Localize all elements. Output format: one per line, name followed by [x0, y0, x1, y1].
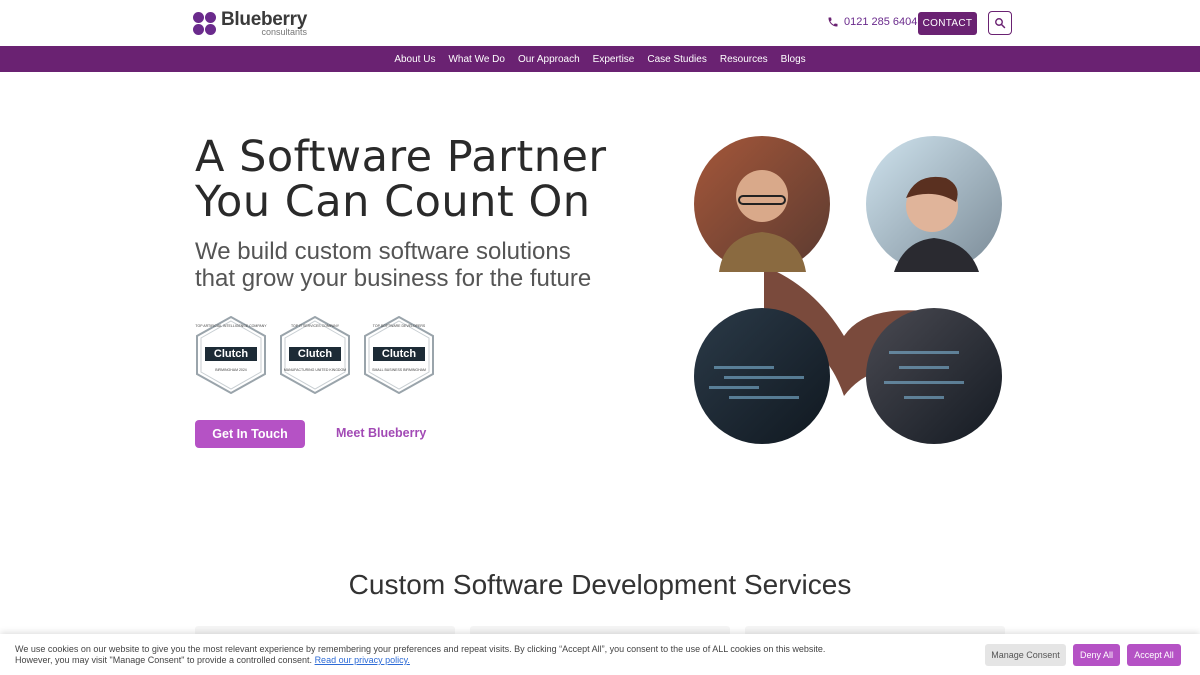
clutch-badge: TOP SOFTWARE DEVELOPERS Clutch SMALL BUS… — [363, 316, 435, 394]
clutch-badges: TOP ARTIFICIAL INTELLIGENCE COMPANY Clut… — [195, 316, 435, 394]
hero-subtitle-line-1: We build custom software solutions — [195, 238, 571, 265]
blueberry-logo[interactable]: Blueberry consultants — [193, 10, 307, 37]
deny-all-button[interactable]: Deny All — [1073, 644, 1120, 666]
logo-subtitle: consultants — [261, 27, 308, 37]
nav-our-approach[interactable]: Our Approach — [518, 54, 580, 65]
contact-button[interactable]: CONTACT — [918, 12, 977, 35]
hero-title: A Software Partner You Can Count On — [195, 135, 635, 225]
accept-all-button[interactable]: Accept All — [1127, 644, 1181, 666]
cookie-text: We use cookies on our website to give yo… — [15, 644, 826, 665]
hero-title-line-1: A Software Partner — [195, 132, 607, 182]
badge-bottom-text: BIRMINGHAM 2024 — [215, 368, 247, 372]
get-in-touch-button[interactable]: Get In Touch — [195, 420, 305, 448]
cookie-message: We use cookies on our website to give yo… — [15, 644, 845, 666]
phone-link[interactable]: 0121 285 6404 — [827, 16, 917, 28]
nav-blogs[interactable]: Blogs — [781, 54, 806, 65]
hero-subtitle: We build custom software solutions that … — [195, 238, 615, 292]
manage-consent-button[interactable]: Manage Consent — [985, 644, 1066, 666]
badge-brand: Clutch — [373, 347, 425, 361]
badge-top-text: TOP IT SERVICES COMPANY — [290, 324, 340, 328]
hero-team-image — [694, 136, 1002, 444]
nav-expertise[interactable]: Expertise — [593, 54, 635, 65]
search-icon — [995, 18, 1006, 29]
badge-top-text: TOP SOFTWARE DEVELOPERS — [372, 324, 426, 328]
hero-title-line-2: You Can Count On — [195, 177, 591, 227]
nav-about-us[interactable]: About Us — [394, 54, 435, 65]
clutch-badge: TOP IT SERVICES COMPANY Clutch MANUFACTU… — [279, 316, 351, 394]
badge-top-text: TOP ARTIFICIAL INTELLIGENCE COMPANY — [195, 324, 267, 328]
main-navigation: About Us What We Do Our Approach Experti… — [0, 46, 1200, 72]
nav-case-studies[interactable]: Case Studies — [647, 54, 706, 65]
services-section-title: Custom Software Development Services — [348, 569, 852, 600]
badge-brand: Clutch — [289, 347, 341, 361]
phone-icon — [828, 17, 838, 27]
clutch-badge: TOP ARTIFICIAL INTELLIGENCE COMPANY Clut… — [195, 316, 267, 394]
phone-number: 0121 285 6404 — [844, 16, 918, 28]
privacy-policy-link[interactable]: Read our privacy policy. — [315, 655, 410, 665]
logo-mark-icon — [193, 11, 217, 36]
search-button[interactable] — [988, 11, 1012, 35]
badge-brand: Clutch — [205, 347, 257, 361]
nav-what-we-do[interactable]: What We Do — [448, 54, 505, 65]
site-header: Blueberry consultants 0121 285 6404 CONT… — [0, 0, 1200, 46]
nav-resources[interactable]: Resources — [720, 54, 768, 65]
badge-bottom-text: SMALL BUSINESS BIRMINGHAM — [372, 368, 426, 372]
hero-subtitle-line-2: that grow your business for the future — [195, 265, 592, 292]
cookie-consent-bar: We use cookies on our website to give yo… — [0, 634, 1200, 675]
badge-bottom-text: MANUFACTURING UNITED KINGDOM — [283, 368, 347, 372]
meet-blueberry-link[interactable]: Meet Blueberry — [336, 426, 426, 440]
